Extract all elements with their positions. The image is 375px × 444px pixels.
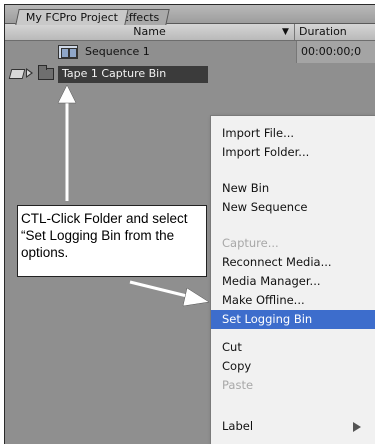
menu-item-import-file[interactable]: Import File... <box>211 124 375 143</box>
menu-item-label[interactable]: Label <box>211 417 375 436</box>
menu-item-capture: Capture... <box>222 236 279 250</box>
menu-item-set-logging-bin[interactable]: Set Logging Bin <box>211 310 375 329</box>
submenu-arrow-icon <box>353 422 361 432</box>
tab-my-fcpro-project[interactable]: My FCPro Project <box>15 9 129 25</box>
context-menu: Import File... Import Folder... New Bin … <box>210 115 375 444</box>
annotation-callout: CTL-Click Folder and select “Set Logging… <box>17 205 207 277</box>
menu-item-import-folder[interactable]: Import Folder... <box>211 143 375 162</box>
right-arrow-shaft <box>129 280 192 299</box>
menu-item-new-bin[interactable]: New Bin <box>211 179 375 198</box>
menu-item-media-manager[interactable]: Media Manager... <box>211 272 375 291</box>
menu-item-label-text: Label <box>222 419 254 433</box>
menu-item-reconnect-media[interactable]: Reconnect Media... <box>211 253 375 272</box>
menu-item-make-offline[interactable]: Make Offline... <box>211 291 375 310</box>
menu-item-paste: Paste <box>222 378 254 392</box>
menu-item-new-sequence[interactable]: New Sequence <box>211 198 375 217</box>
menu-item-copy[interactable]: Copy <box>211 357 375 376</box>
up-arrow-head <box>57 84 77 104</box>
menu-item-cut[interactable]: Cut <box>211 338 375 357</box>
browser-window: My FCPro Project Effects Name ▼ Duration… <box>4 4 375 444</box>
right-arrow-head <box>182 287 210 307</box>
annotation-text: CTL-Click Folder and select “Set Logging… <box>21 211 188 260</box>
